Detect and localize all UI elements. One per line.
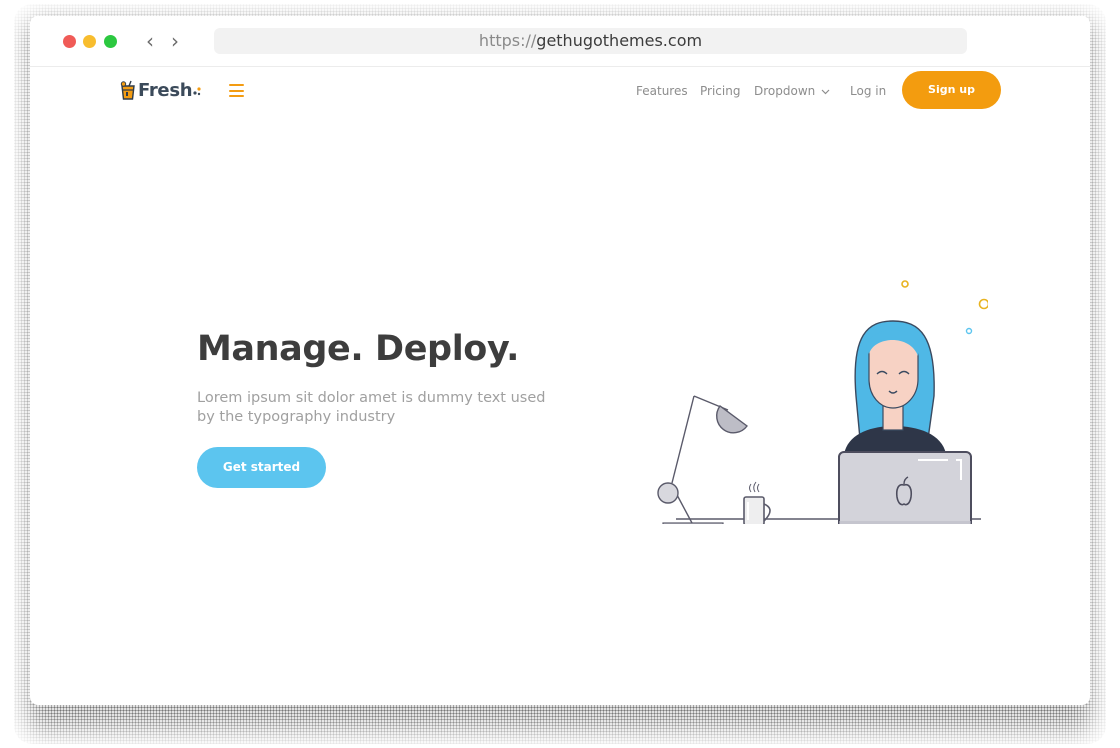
browser-titlebar: ‹ › https://gethugothemes.com: [30, 16, 1090, 67]
nav-features[interactable]: Features: [636, 82, 688, 100]
bubble-decoration: [978, 298, 988, 310]
url-host: gethugothemes.com: [536, 31, 703, 50]
hero-title: Manage. Deploy.: [197, 329, 520, 369]
site-logo[interactable]: Fresh: [120, 78, 201, 102]
hero-subtitle: Lorem ipsum sit dolor amet is dummy text…: [197, 390, 546, 425]
nav-login[interactable]: Log in: [850, 82, 886, 100]
forward-arrow-icon[interactable]: ›: [167, 30, 183, 52]
bubble-decoration: [901, 280, 909, 288]
woman-figure: [844, 320, 946, 454]
maximize-window-button[interactable]: [104, 35, 117, 48]
signup-button[interactable]: Sign up: [902, 71, 1001, 109]
coffee-mug-icon: [743, 481, 771, 524]
screenshot-stage: ‹ › https://gethugothemes.com Fresh Feat…: [0, 0, 1120, 748]
logo-dots-icon: [193, 87, 201, 96]
laptop-icon: [838, 451, 972, 524]
nav-dropdown[interactable]: Dropdown: [754, 82, 830, 100]
bubble-decoration: [965, 327, 973, 335]
chevron-down-icon: [821, 89, 830, 95]
desk-illustration: [657, 280, 988, 524]
minimize-window-button[interactable]: [83, 35, 96, 48]
logo-wordmark: Fresh: [138, 79, 193, 101]
close-window-button[interactable]: [63, 35, 76, 48]
desk-lamp-icon: [657, 395, 748, 524]
juice-cup-logo-icon: [120, 80, 135, 100]
back-arrow-icon[interactable]: ‹: [142, 30, 158, 52]
nav-pricing[interactable]: Pricing: [700, 82, 740, 100]
browser-window: ‹ › https://gethugothemes.com Fresh Feat…: [30, 16, 1090, 705]
address-bar[interactable]: https://gethugothemes.com: [214, 28, 967, 54]
nav-dropdown-label: Dropdown: [754, 84, 816, 98]
get-started-button[interactable]: Get started: [197, 447, 326, 488]
url-protocol: https://: [478, 31, 537, 50]
hamburger-menu-icon[interactable]: [229, 84, 244, 97]
